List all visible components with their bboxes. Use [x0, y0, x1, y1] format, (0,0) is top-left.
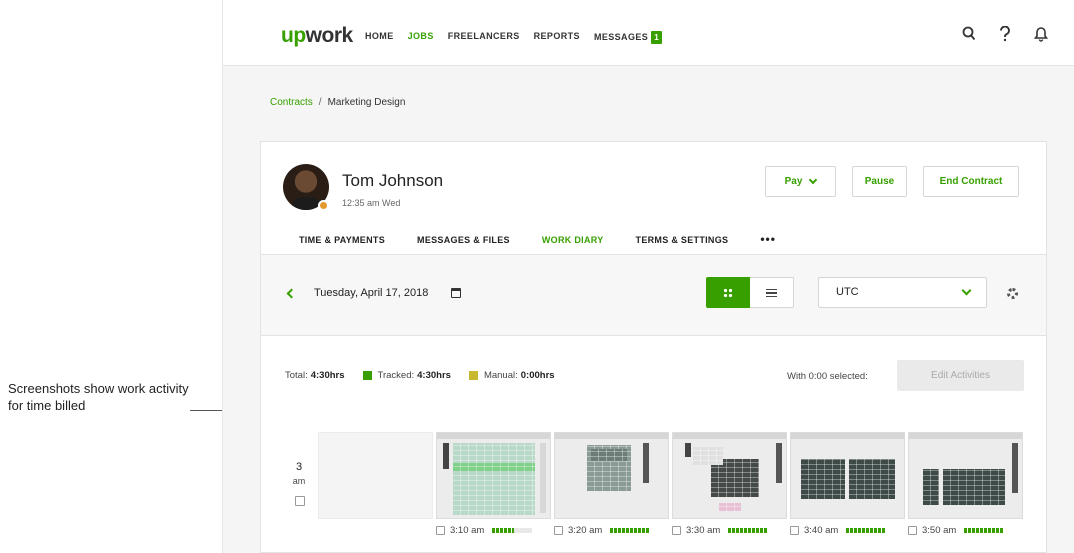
screenshot-time: 3:30 am	[686, 525, 721, 536]
total-value: 4:30hrs	[310, 370, 345, 381]
manual-swatch	[468, 371, 478, 380]
main-nav: HOME JOBS FREELANCERS REPORTS MESSAGES 1	[365, 31, 676, 44]
screenshot-slot[interactable]: 3:10 am	[436, 432, 551, 536]
screenshot-thumbnail[interactable]	[790, 432, 905, 519]
grid-icon	[723, 288, 733, 298]
diary-toolbar: Tuesday, April 17, 2018 UTC	[261, 255, 1046, 336]
help-icon[interactable]	[997, 25, 1013, 44]
screenshot-thumbnail[interactable]	[554, 432, 669, 519]
screenshot-time: 3:20 am	[568, 525, 603, 536]
screenshot-checkbox[interactable]	[790, 526, 799, 535]
activity-meter	[964, 528, 1005, 533]
screenshot-checkbox[interactable]	[908, 526, 917, 535]
time-totals: Total: 4:30hrs Tracked: 4:30hrs Manual: 0:0…	[285, 370, 555, 381]
breadcrumb-separator: /	[318, 97, 322, 108]
screenshot-checkbox[interactable]	[672, 526, 681, 535]
edit-activities-button[interactable]: Edit Activities	[897, 360, 1024, 391]
search-icon[interactable]	[961, 26, 977, 44]
top-icons	[961, 25, 1049, 44]
chevron-down-icon	[961, 285, 972, 296]
chevron-down-icon	[809, 175, 818, 185]
nav-reports[interactable]: REPORTS	[534, 31, 580, 44]
tab-terms-settings[interactable]: TERMS & SETTINGS	[636, 235, 729, 255]
freelancer-name: Tom Johnson	[342, 171, 444, 190]
screenshot-thumbnail[interactable]	[436, 432, 551, 519]
gear-icon[interactable]	[1007, 288, 1018, 299]
canvas: Screenshots show work activity for time …	[0, 0, 1074, 553]
bell-icon[interactable]	[1033, 26, 1049, 44]
breadcrumb: Contracts / Marketing Design	[270, 97, 405, 108]
tab-work-diary[interactable]: WORK DIARY	[525, 235, 620, 257]
callout-text: Screenshots show work activity for time …	[8, 381, 189, 413]
nav-home[interactable]: HOME	[365, 31, 394, 44]
activity-meter	[846, 528, 887, 533]
breadcrumb-current: Marketing Design	[327, 97, 406, 108]
activity-meter	[610, 528, 651, 533]
empty-slot	[318, 432, 433, 536]
screenshot-thumbnail[interactable]	[672, 432, 787, 519]
more-tabs-icon[interactable]: •••	[760, 232, 776, 255]
list-view-button[interactable]	[750, 277, 794, 308]
screenshot-slot[interactable]: 3:40 am	[790, 432, 905, 536]
tab-time-payments[interactable]: TIME & PAYMENTS	[299, 235, 385, 255]
top-navbar: upwork HOME JOBS FREELANCERS REPORTS MES…	[223, 0, 1074, 66]
selection-summary: With 0:00 selected:	[787, 371, 868, 382]
screenshot-time: 3:40 am	[804, 525, 839, 536]
freelancer-local-time: 12:35 am Wed	[342, 198, 401, 208]
app-window: upwork HOME JOBS FREELANCERS REPORTS MES…	[222, 0, 1074, 553]
upwork-logo[interactable]: upwork	[281, 24, 353, 48]
end-contract-button[interactable]: End Contract	[923, 166, 1019, 197]
messages-badge: 1	[651, 31, 663, 44]
screenshot-row: 3:10 am 3:20 am 3:30 am 3:40 am 3:50 am	[318, 432, 1023, 536]
pause-button[interactable]: Pause	[852, 166, 907, 197]
tracked-swatch	[362, 371, 372, 380]
grid-view-button[interactable]	[706, 277, 750, 308]
breadcrumb-contracts[interactable]: Contracts	[270, 97, 313, 108]
screenshot-thumbnail[interactable]	[908, 432, 1023, 519]
nav-jobs[interactable]: JOBS	[408, 31, 434, 44]
screenshot-time: 3:50 am	[922, 525, 957, 536]
contract-card: Tom Johnson 12:35 am Wed Pay Pause End C…	[260, 141, 1047, 553]
tracked-value: 4:30hrs	[417, 370, 451, 381]
screenshot-slot[interactable]: 3:50 am	[908, 432, 1023, 536]
screenshot-slot[interactable]: 3:30 am	[672, 432, 787, 536]
timezone-select[interactable]: UTC	[818, 277, 987, 308]
contract-tabs: TIME & PAYMENTS MESSAGES & FILES WORK DI…	[299, 232, 808, 257]
list-icon	[766, 289, 777, 297]
diary-date: Tuesday, April 17, 2018	[314, 287, 429, 299]
screenshot-slot[interactable]: 3:20 am	[554, 432, 669, 536]
calendar-icon[interactable]	[451, 288, 461, 298]
hour-label: 3 am	[292, 461, 306, 486]
pay-button[interactable]: Pay	[765, 166, 836, 197]
chevron-left-icon[interactable]	[286, 288, 297, 299]
screenshot-checkbox[interactable]	[554, 526, 563, 535]
screenshot-checkbox[interactable]	[436, 526, 445, 535]
screenshot-time: 3:10 am	[450, 525, 485, 536]
activity-meter	[728, 528, 769, 533]
nav-freelancers[interactable]: FREELANCERS	[448, 31, 520, 44]
tab-messages-files[interactable]: MESSAGES & FILES	[417, 235, 510, 255]
manual-value: 0:00hrs	[520, 370, 555, 381]
nav-messages[interactable]: MESSAGES 1	[594, 31, 663, 44]
status-indicator	[318, 200, 329, 211]
activity-meter	[492, 528, 533, 533]
hour-checkbox[interactable]	[295, 496, 305, 506]
